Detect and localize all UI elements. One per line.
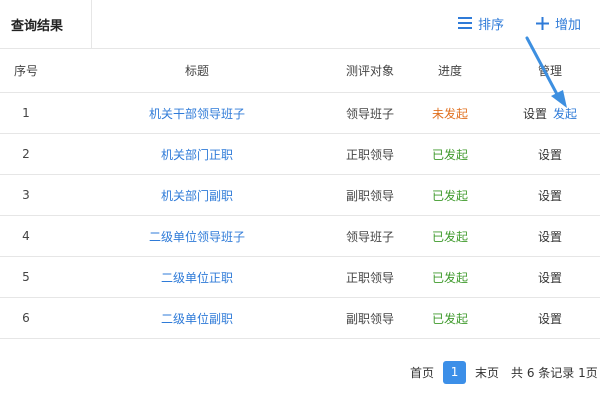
row-progress-status: 已发起 [431, 188, 468, 203]
row-manage: 设置 [500, 175, 600, 215]
setting-link[interactable]: 设置 [538, 187, 562, 204]
row-progress-status: 已发起 [431, 311, 468, 326]
row-title-link[interactable]: 二级单位副职 [97, 298, 297, 338]
column-header-progress: 进度 [437, 63, 462, 78]
sort-button[interactable]: 排序 [458, 12, 504, 34]
table-row: 5 二级单位正职 正职领导 已发起 设置 [0, 257, 600, 298]
table-row: 1 机关干部领导班子 领导班子 未发起 设置 发起 [0, 93, 600, 134]
record-summary: 共 6 条记录 1页 [511, 365, 598, 380]
row-title-link[interactable]: 二级单位领导班子 [97, 216, 297, 256]
row-progress-status: 已发起 [431, 147, 468, 162]
list-icon [458, 17, 472, 29]
query-results-page: 查询结果 排序 增加 序号 标题 测评对象 进度 管理 1 机关干部领导班子 领… [0, 0, 600, 400]
add-label: 增加 [555, 17, 582, 33]
setting-link[interactable]: 设置 [538, 146, 562, 163]
table-header: 序号 标题 测评对象 进度 管理 [0, 48, 600, 93]
row-index: 3 [22, 188, 30, 202]
current-page-button[interactable]: 1 [443, 360, 467, 384]
sort-label: 排序 [478, 17, 505, 33]
pagination: 首页 1 末页 共 6 条记录 1页 [410, 360, 598, 384]
tab-label: 查询结果 [11, 19, 64, 34]
row-title-link[interactable]: 机关部门正职 [97, 134, 297, 174]
row-progress-status: 未发起 [431, 106, 468, 121]
setting-link[interactable]: 设置 [538, 310, 562, 327]
row-title-link[interactable]: 机关部门副职 [97, 175, 297, 215]
row-index: 4 [22, 229, 30, 243]
row-index: 5 [22, 270, 30, 284]
row-manage: 设置 [500, 216, 600, 256]
column-header-manage: 管理 [537, 63, 562, 78]
table-row: 6 二级单位副职 副职领导 已发起 设置 [0, 298, 600, 339]
table-row: 3 机关部门副职 副职领导 已发起 设置 [0, 175, 600, 216]
row-index: 2 [22, 147, 30, 161]
setting-link[interactable]: 设置 [523, 105, 547, 122]
table-row: 2 机关部门正职 正职领导 已发起 设置 [0, 134, 600, 175]
setting-link[interactable]: 设置 [538, 269, 562, 286]
row-progress-status: 已发起 [431, 270, 468, 285]
last-page-link[interactable]: 末页 [475, 364, 499, 381]
row-index: 1 [22, 106, 30, 120]
column-header-title: 标题 [184, 63, 209, 78]
row-manage: 设置 [500, 257, 600, 297]
row-manage: 设置 发起 [500, 93, 600, 133]
launch-link[interactable]: 发起 [553, 105, 577, 122]
row-progress-status: 已发起 [431, 229, 468, 244]
row-manage: 设置 [500, 298, 600, 338]
row-index: 6 [22, 311, 30, 325]
row-title-link[interactable]: 二级单位正职 [97, 257, 297, 297]
first-page-link[interactable]: 首页 [410, 364, 434, 381]
setting-link[interactable]: 设置 [538, 228, 562, 245]
plus-icon [536, 16, 549, 30]
column-header-index: 序号 [13, 63, 38, 78]
tab-query-results[interactable]: 查询结果 [0, 0, 92, 48]
toolbar: 查询结果 排序 增加 [0, 0, 600, 49]
table-row: 4 二级单位领导班子 领导班子 已发起 设置 [0, 216, 600, 257]
row-manage: 设置 [500, 134, 600, 174]
add-button[interactable]: 增加 [536, 12, 581, 34]
row-title-link[interactable]: 机关干部领导班子 [97, 93, 297, 133]
